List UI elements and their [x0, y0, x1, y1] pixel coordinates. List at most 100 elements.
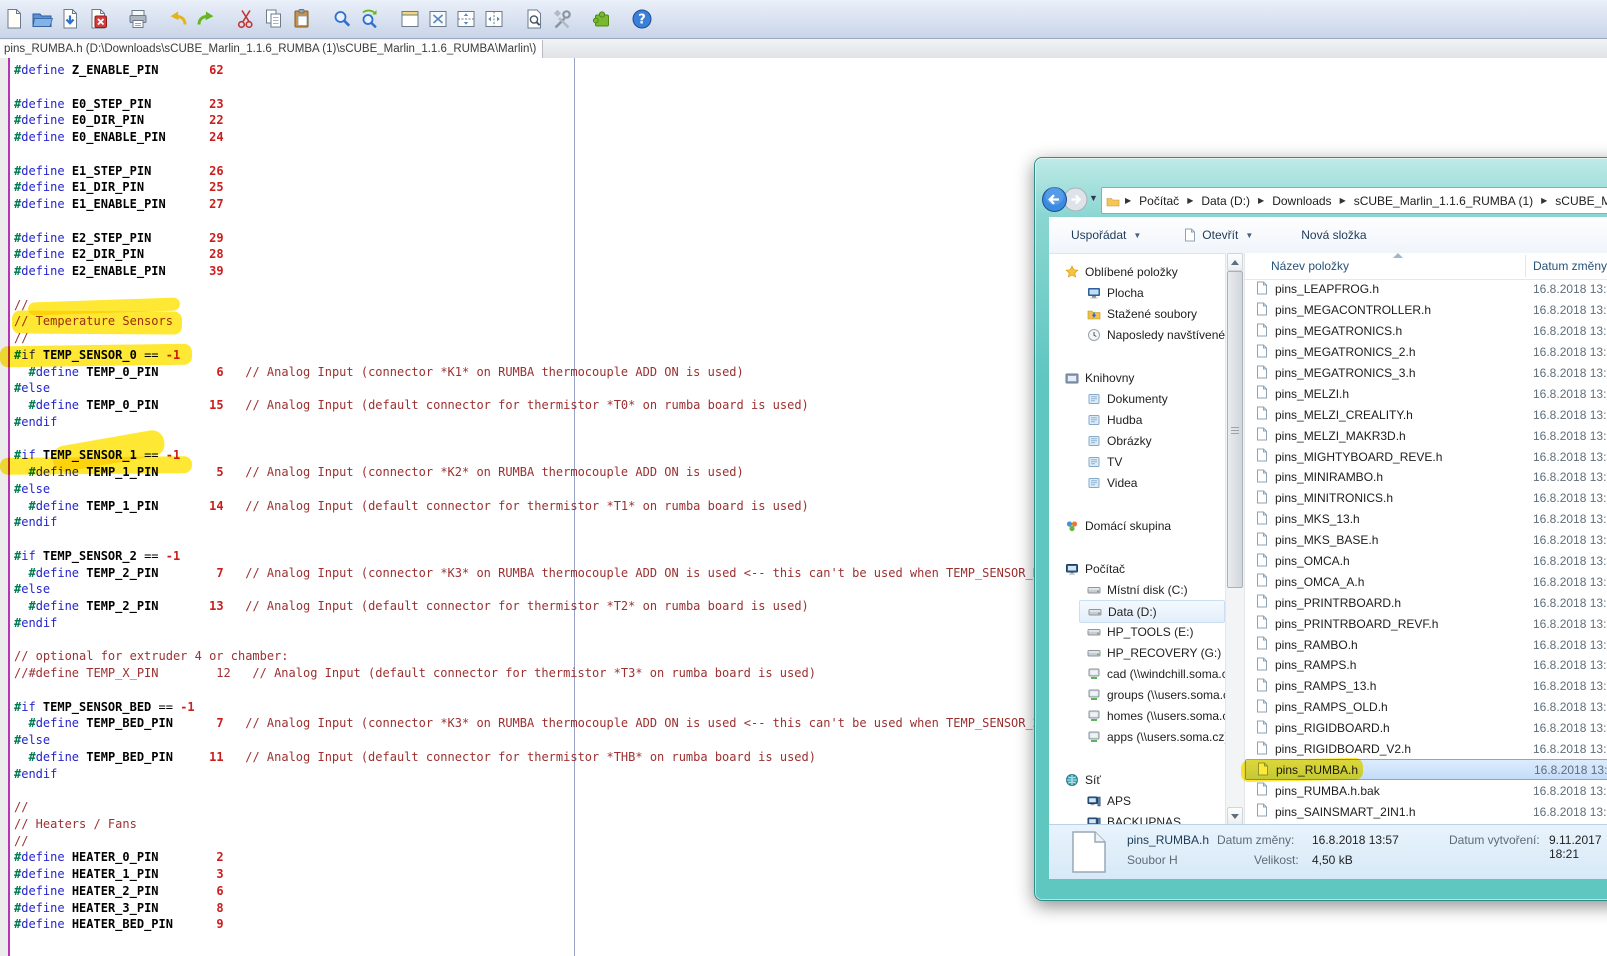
- save-file-icon[interactable]: [57, 5, 83, 33]
- open-button[interactable]: Otevřít ▼: [1177, 224, 1259, 246]
- chevron-down-icon: ▼: [1133, 231, 1141, 240]
- new-file-icon[interactable]: [1, 5, 27, 33]
- split-vertical-icon[interactable]: [481, 5, 507, 33]
- file-row-pins-ramps-h[interactable]: pins_RAMPS.h16.8.2018 13:57: [1245, 655, 1607, 676]
- sidebar-item-obr-zky[interactable]: Obrázky: [1087, 430, 1225, 451]
- tab-title: pins_RUMBA.h (D:\Downloads\sCUBE_Marlin_…: [4, 43, 536, 55]
- cut-icon[interactable]: [233, 5, 259, 33]
- sidebar-item-sta-en-soubory[interactable]: Stažené soubory: [1087, 303, 1225, 324]
- breadcrumb-item[interactable]: Počítač: [1136, 194, 1182, 208]
- find-icon[interactable]: [329, 5, 355, 33]
- help-icon[interactable]: ?: [629, 5, 655, 33]
- file-row-pins-melzi-h[interactable]: pins_MELZI.h16.8.2018 13:57: [1245, 383, 1607, 404]
- plugins-icon[interactable]: [589, 5, 615, 33]
- sidebar-item-naposledy-nav-t-ven-[interactable]: Naposledy navštívené: [1087, 324, 1225, 345]
- file-row-pins-melzi-creality-h[interactable]: pins_MELZI_CREALITY.h16.8.2018 13:57: [1245, 404, 1607, 425]
- file-row-pins-sainsmart-2in1-h[interactable]: pins_SAINSMART_2IN1.h16.8.2018 13:57: [1245, 801, 1607, 822]
- split-horizontal-icon[interactable]: [453, 5, 479, 33]
- sidebar-section-obl-ben-polo-ky[interactable]: Oblíbené položky: [1065, 261, 1225, 282]
- sidebar-item-homes-users-soma-cz-[interactable]: homes (\\users.soma.cz): [1087, 705, 1225, 726]
- sidebar-item-videa[interactable]: Videa: [1087, 472, 1225, 493]
- settings-icon[interactable]: [549, 5, 575, 33]
- copy-icon[interactable]: [261, 5, 287, 33]
- file-row-pins-rigidboard-h[interactable]: pins_RIGIDBOARD.h16.8.2018 13:57: [1245, 718, 1607, 739]
- file-row-pins-mightyboard-reve-h[interactable]: pins_MIGHTYBOARD_REVE.h16.8.2018 13:57: [1245, 446, 1607, 467]
- close-file-icon[interactable]: [85, 5, 111, 33]
- file-row-pins-ramps-old-h[interactable]: pins_RAMPS_OLD.h16.8.2018 13:57: [1245, 697, 1607, 718]
- file-row-pins-printrboard-revf-h[interactable]: pins_PRINTRBOARD_REVF.h16.8.2018 13:57: [1245, 613, 1607, 634]
- breadcrumb-item[interactable]: Data (D:): [1198, 194, 1253, 208]
- sidebar-section-po-ta-[interactable]: Počítač: [1065, 558, 1225, 579]
- new-folder-button[interactable]: Nová složka: [1295, 224, 1372, 246]
- file-row-pins-mks-13-h[interactable]: pins_MKS_13.h16.8.2018 13:57: [1245, 509, 1607, 530]
- new-window-icon[interactable]: [397, 5, 423, 33]
- file-row-pins-megatronics-h[interactable]: pins_MEGATRONICS.h16.8.2018 13:57: [1245, 321, 1607, 342]
- sidebar-item-hp-tools-e-[interactable]: HP_TOOLS (E:): [1087, 621, 1225, 642]
- file-row-pins-omca-h[interactable]: pins_OMCA.h16.8.2018 13:57: [1245, 551, 1607, 572]
- maximize-icon[interactable]: [425, 5, 451, 33]
- history-dropdown-icon[interactable]: ▼: [1089, 193, 1098, 203]
- file-row-pins-ramps-13-h[interactable]: pins_RAMPS_13.h16.8.2018 13:57: [1245, 676, 1607, 697]
- open-file-icon[interactable]: [29, 5, 55, 33]
- file-icon: [1255, 678, 1269, 692]
- file-name: pins_OMCA_A.h: [1275, 575, 1364, 589]
- scroll-down-icon[interactable]: [1227, 807, 1243, 825]
- sidebar-item-hudba[interactable]: Hudba: [1087, 409, 1225, 430]
- breadcrumb[interactable]: ▶Počítač▶Data (D:)▶Downloads▶sCUBE_Marli…: [1101, 187, 1607, 214]
- organize-button[interactable]: Uspořádat ▼: [1065, 224, 1147, 246]
- back-button[interactable]: [1041, 186, 1068, 213]
- paste-icon[interactable]: [289, 5, 315, 33]
- sidebar-item-m-stn-disk-c-[interactable]: Místní disk (C:): [1087, 579, 1225, 600]
- file-row-pins-rigidboard-v2-h[interactable]: pins_RIGIDBOARD_V2.h16.8.2018 13:57: [1245, 739, 1607, 760]
- tab-pins-rumba[interactable]: pins_RUMBA.h (D:\Downloads\sCUBE_Marlin_…: [0, 40, 543, 58]
- sidebar-item-groups-users-soma-cz-[interactable]: groups (\\users.soma.cz): [1087, 684, 1225, 705]
- column-name[interactable]: Název položky: [1271, 259, 1349, 273]
- file-row-pins-rambo-h[interactable]: pins_RAMBO.h16.8.2018 13:57: [1245, 634, 1607, 655]
- sidebar-item-tv[interactable]: TV: [1087, 451, 1225, 472]
- sidebar-section-dom-c-skupina[interactable]: Domácí skupina: [1065, 515, 1225, 536]
- redo-icon[interactable]: [193, 5, 219, 33]
- file-row-pins-leapfrog-h[interactable]: pins_LEAPFROG.h16.8.2018 13:57: [1245, 279, 1607, 300]
- column-modified[interactable]: Datum změny: [1533, 259, 1607, 273]
- sidebar-section-s-[interactable]: Síť: [1065, 769, 1225, 790]
- undo-icon[interactable]: [165, 5, 191, 33]
- file-row-pins-megacontroller-h[interactable]: pins_MEGACONTROLLER.h16.8.2018 13:57: [1245, 300, 1607, 321]
- sidebar-item-hp-recovery-g-[interactable]: HP_RECOVERY (G:): [1087, 642, 1225, 663]
- sidebar-section-knihovny[interactable]: Knihovny: [1065, 367, 1225, 388]
- sidebar-item-data-d-[interactable]: Data (D:): [1079, 600, 1225, 623]
- file-modified-date: 16.8.2018 13:57: [1533, 429, 1607, 443]
- file-icon: [1255, 615, 1269, 629]
- sidebar-item-plocha[interactable]: Plocha: [1087, 282, 1225, 303]
- disk-icon: [1087, 583, 1101, 597]
- navigation-scrollbar[interactable]: [1225, 253, 1245, 825]
- sidebar-item-aps[interactable]: APS: [1087, 790, 1225, 811]
- sidebar-item-backupnas[interactable]: BACKUPNAS: [1087, 811, 1225, 825]
- sidebar-item-cad-windchill-soma-cz-[interactable]: cad (\\windchill.soma.cz): [1087, 663, 1225, 684]
- print-icon[interactable]: [125, 5, 151, 33]
- file-row-pins-printrboard-h[interactable]: pins_PRINTRBOARD.h16.8.2018 13:57: [1245, 592, 1607, 613]
- breadcrumb-item[interactable]: sCUBE_Marlin_1.1.6_RUMBA: [1552, 194, 1607, 208]
- sidebar-item-apps-users-soma-cz-z[interactable]: apps (\\users.soma.cz) (Z: [1087, 726, 1225, 747]
- file-row-pins-melzi-makr3d-h[interactable]: pins_MELZI_MAKR3D.h16.8.2018 13:57: [1245, 425, 1607, 446]
- file-row-pins-minirambo-h[interactable]: pins_MINIRAMBO.h16.8.2018 13:57: [1245, 467, 1607, 488]
- breadcrumb-item[interactable]: Downloads: [1269, 194, 1334, 208]
- file-row-pins-megatronics-2-h[interactable]: pins_MEGATRONICS_2.h16.8.2018 13:57: [1245, 342, 1607, 363]
- scroll-up-icon[interactable]: [1227, 253, 1243, 271]
- breadcrumb-item[interactable]: sCUBE_Marlin_1.1.6_RUMBA (1): [1351, 194, 1536, 208]
- file-row-pins-minitronics-h[interactable]: pins_MINITRONICS.h16.8.2018 13:57: [1245, 488, 1607, 509]
- file-row-pins-mks-base-h[interactable]: pins_MKS_BASE.h16.8.2018 13:57: [1245, 530, 1607, 551]
- file-modified-date: 16.8.2018 13:57: [1533, 387, 1607, 401]
- sidebar-item-label: Dokumenty: [1107, 392, 1168, 406]
- sidebar-item-dokumenty[interactable]: Dokumenty: [1087, 388, 1225, 409]
- file-row-pins-megatronics-3-h[interactable]: pins_MEGATRONICS_3.h16.8.2018 13:57: [1245, 363, 1607, 384]
- file-list: pins_LEAPFROG.h16.8.2018 13:57pins_MEGAC…: [1245, 279, 1607, 825]
- file-row-pins-rumba-h-bak[interactable]: pins_RUMBA.h.bak16.8.2018 13:57: [1245, 780, 1607, 801]
- file-icon: [1255, 699, 1269, 713]
- scrollbar-thumb[interactable]: [1227, 271, 1243, 588]
- find-replace-icon[interactable]: [357, 5, 383, 33]
- print-preview-icon[interactable]: [521, 5, 547, 33]
- column-divider[interactable]: [1525, 255, 1526, 277]
- file-modified-date: 16.8.2018 13:57: [1533, 303, 1607, 317]
- file-row-pins-omca-a-h[interactable]: pins_OMCA_A.h16.8.2018 13:57: [1245, 571, 1607, 592]
- explorer-window: ▼ ▶Počítač▶Data (D:)▶Downloads▶sCUBE_Mar…: [1034, 157, 1607, 901]
